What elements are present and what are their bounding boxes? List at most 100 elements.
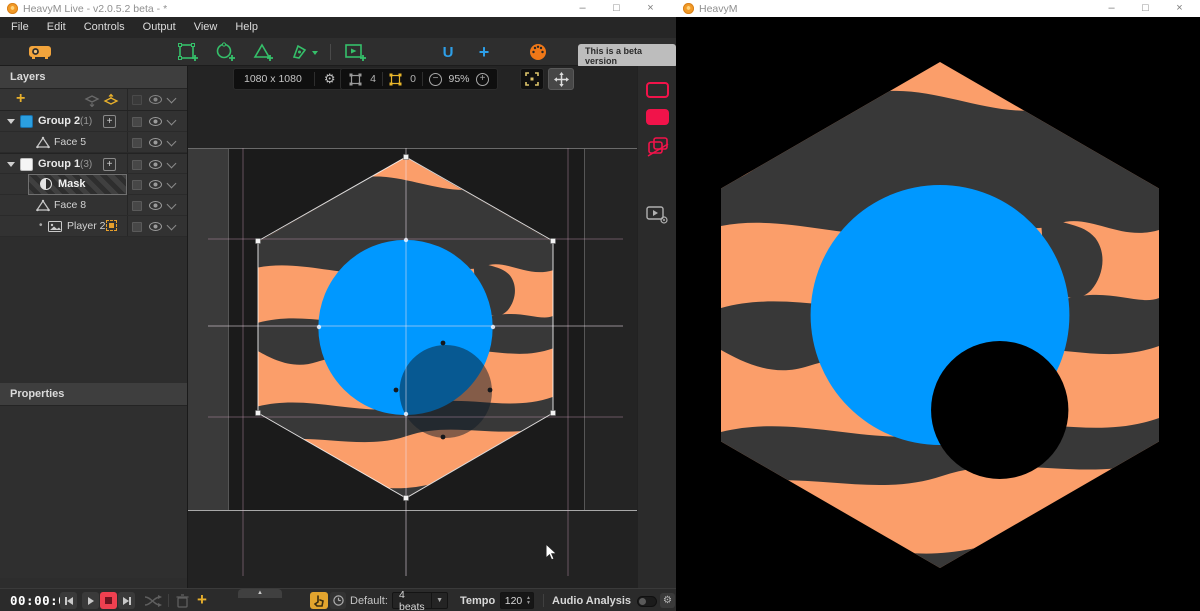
sequences-strip (637, 66, 676, 588)
skip-to-end-button[interactable] (118, 592, 135, 609)
bring-forward-icon[interactable] (103, 93, 119, 107)
layer-chevron[interactable] (167, 221, 177, 231)
menu-file[interactable]: File (2, 17, 38, 38)
close-button[interactable]: × (1163, 0, 1196, 17)
effects-button[interactable] (646, 136, 670, 158)
layer-label: Group 2 (38, 115, 80, 127)
beta-version-badge: This is a beta version (578, 44, 676, 68)
pen-tool-icon (290, 42, 320, 62)
stop-button[interactable] (100, 592, 117, 609)
layer-checkbox[interactable] (132, 222, 142, 232)
add-layer-button[interactable]: + (16, 90, 25, 108)
layer-visibility-icon[interactable] (149, 222, 162, 231)
surface-settings-gear-icon[interactable]: ⚙ (321, 71, 339, 87)
player-image-icon (48, 221, 62, 232)
zoom-out-button[interactable]: − (429, 73, 442, 86)
layer-visibility-icon[interactable] (149, 117, 162, 126)
layer-row-group2[interactable]: Group 2 (1) + (0, 111, 187, 132)
audio-settings-button[interactable]: ⚙ (660, 593, 675, 608)
maximize-button[interactable]: □ (1129, 0, 1162, 17)
active-bullet: • (39, 220, 43, 231)
send-backward-icon[interactable] (84, 93, 100, 107)
color-fill-button[interactable] (646, 109, 669, 125)
mapping-canvas[interactable]: 1080 x 1080 ⚙ 4 0 − 95% + (188, 66, 637, 588)
transport-bar: 00:00:00 + ▲ Default: 4 beats ▼ Tempo 12… (0, 588, 676, 611)
add-sequence-button[interactable]: + (197, 590, 207, 610)
close-button[interactable]: × (634, 0, 667, 17)
spinner-arrows[interactable]: ▲▼ (526, 596, 533, 606)
audio-analysis-toggle[interactable] (637, 596, 657, 607)
menu-view[interactable]: View (185, 17, 227, 38)
skip-to-start-button[interactable] (60, 592, 77, 609)
expand-caret[interactable] (7, 162, 15, 167)
beats-dropdown[interactable]: 4 beats ▼ (392, 592, 448, 609)
zoom-level-value: 95% (442, 73, 476, 85)
menubar: File Edit Controls Output View Help (0, 17, 676, 38)
pan-tool-button[interactable] (548, 68, 574, 90)
layer-checkbox[interactable] (132, 160, 142, 170)
layer-label: Group 1 (38, 158, 80, 170)
layer-chevron[interactable] (167, 116, 177, 126)
player-preview-button[interactable] (646, 205, 670, 225)
layer-row-face5[interactable]: Face 5 (0, 132, 187, 153)
magnet-snap-button[interactable]: U (436, 41, 460, 63)
tap-tempo-button[interactable] (310, 592, 328, 609)
layer-visibility-icon[interactable] (149, 201, 162, 210)
view-controls-box: 4 0 − 95% + (340, 68, 498, 90)
expand-caret[interactable] (7, 119, 15, 124)
visibility-all-icon[interactable] (149, 95, 162, 104)
layer-checkbox[interactable] (132, 180, 142, 190)
collapse-all-chevron[interactable] (167, 94, 177, 104)
layer-visibility-icon[interactable] (149, 138, 162, 147)
layer-count: (1) (80, 116, 92, 127)
crosshair-align-button[interactable]: + (472, 41, 496, 63)
mapping-indicator-icon (106, 220, 117, 231)
layer-visibility-icon[interactable] (149, 180, 162, 189)
tempo-spinner[interactable]: 120 ▲▼ (500, 592, 534, 609)
layer-label: Player 2 (67, 220, 106, 232)
layer-checkbox[interactable] (132, 138, 142, 148)
menu-help[interactable]: Help (226, 17, 267, 38)
projector-output-button[interactable] (28, 41, 52, 63)
layer-row-group1[interactable]: Group 1 (3) + (0, 153, 187, 174)
layer-row-mask[interactable]: Mask (0, 174, 187, 195)
minimize-button[interactable]: – (566, 0, 599, 17)
layer-visibility-icon[interactable] (149, 160, 162, 169)
metronome-clock-button[interactable] (330, 592, 346, 609)
face-count-icon (349, 73, 362, 86)
menu-controls[interactable]: Controls (75, 17, 134, 38)
add-player-button[interactable] (344, 41, 368, 63)
zoom-in-button[interactable]: + (476, 73, 489, 86)
layer-chevron[interactable] (167, 179, 177, 189)
midi-settings-button[interactable] (526, 41, 550, 63)
menu-edit[interactable]: Edit (38, 17, 75, 38)
layer-row-player2[interactable]: • Player 2 (0, 216, 187, 237)
minimize-button[interactable]: – (1095, 0, 1128, 17)
delete-sequence-button[interactable] (176, 594, 189, 608)
layer-chevron[interactable] (167, 200, 177, 210)
divider (127, 132, 128, 152)
solo-all-checkbox[interactable] (132, 95, 142, 105)
add-quad-button[interactable] (176, 41, 200, 63)
mask-control-points[interactable] (394, 341, 493, 440)
tap-hand-icon (314, 595, 324, 607)
play-button[interactable] (82, 592, 99, 609)
layer-chevron[interactable] (167, 137, 177, 147)
pen-tool-button[interactable] (290, 41, 320, 63)
maximize-button[interactable]: □ (600, 0, 633, 17)
add-circle-button[interactable] (214, 41, 238, 63)
resolution-box[interactable]: 1080 x 1080 ⚙ (233, 68, 343, 90)
layer-row-face8[interactable]: Face 8 (0, 195, 187, 216)
layer-checkbox[interactable] (132, 117, 142, 127)
layer-checkbox[interactable] (132, 201, 142, 211)
fit-view-button[interactable] (520, 68, 544, 90)
menu-output[interactable]: Output (134, 17, 185, 38)
timeline-expand-tab[interactable]: ▲ (238, 589, 282, 598)
shuffle-button[interactable] (144, 595, 162, 607)
tempo-label: Tempo (460, 595, 495, 607)
layer-chevron[interactable] (167, 159, 177, 169)
add-to-group-button[interactable]: + (103, 115, 116, 128)
add-to-group-button[interactable]: + (103, 158, 116, 171)
add-triangle-button[interactable] (252, 41, 276, 63)
shape-outline-button[interactable] (646, 82, 669, 98)
